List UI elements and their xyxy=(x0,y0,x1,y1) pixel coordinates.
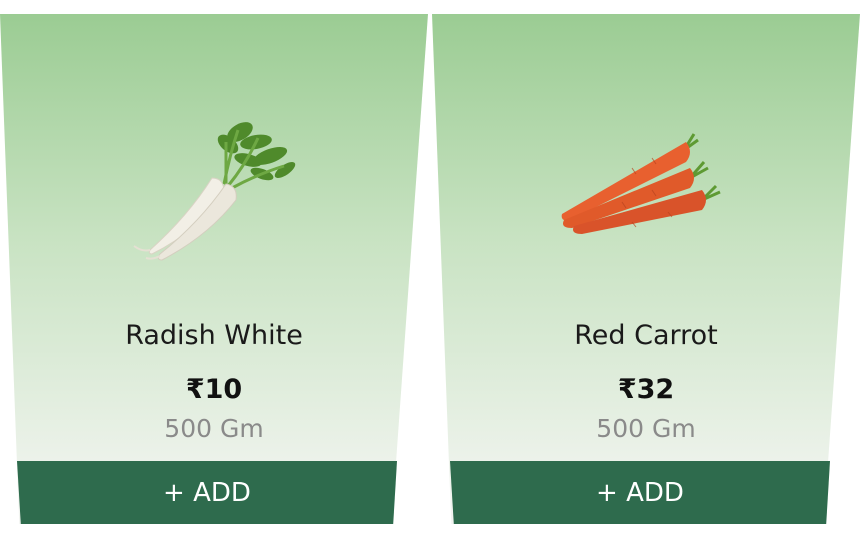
add-button[interactable]: + ADD xyxy=(17,461,397,524)
product-card-radish[interactable]: Radish White ₹10 500 Gm + ADD xyxy=(0,14,428,524)
product-name: Red Carrot xyxy=(574,320,718,351)
product-price: ₹10 xyxy=(185,374,243,405)
card-background xyxy=(432,14,860,524)
product-unit: 500 Gm xyxy=(164,414,264,443)
card-background xyxy=(0,14,428,524)
product-name: Radish White xyxy=(125,320,303,351)
product-grid: Radish White ₹10 500 Gm + ADD Red Carrot… xyxy=(0,0,864,560)
carrot-image xyxy=(432,104,860,264)
product-unit: 500 Gm xyxy=(596,414,696,443)
product-price: ₹32 xyxy=(617,374,675,405)
product-card-carrot[interactable]: Red Carrot ₹32 500 Gm + ADD xyxy=(432,14,860,524)
add-button[interactable]: + ADD xyxy=(450,461,830,524)
radish-image xyxy=(0,104,428,264)
